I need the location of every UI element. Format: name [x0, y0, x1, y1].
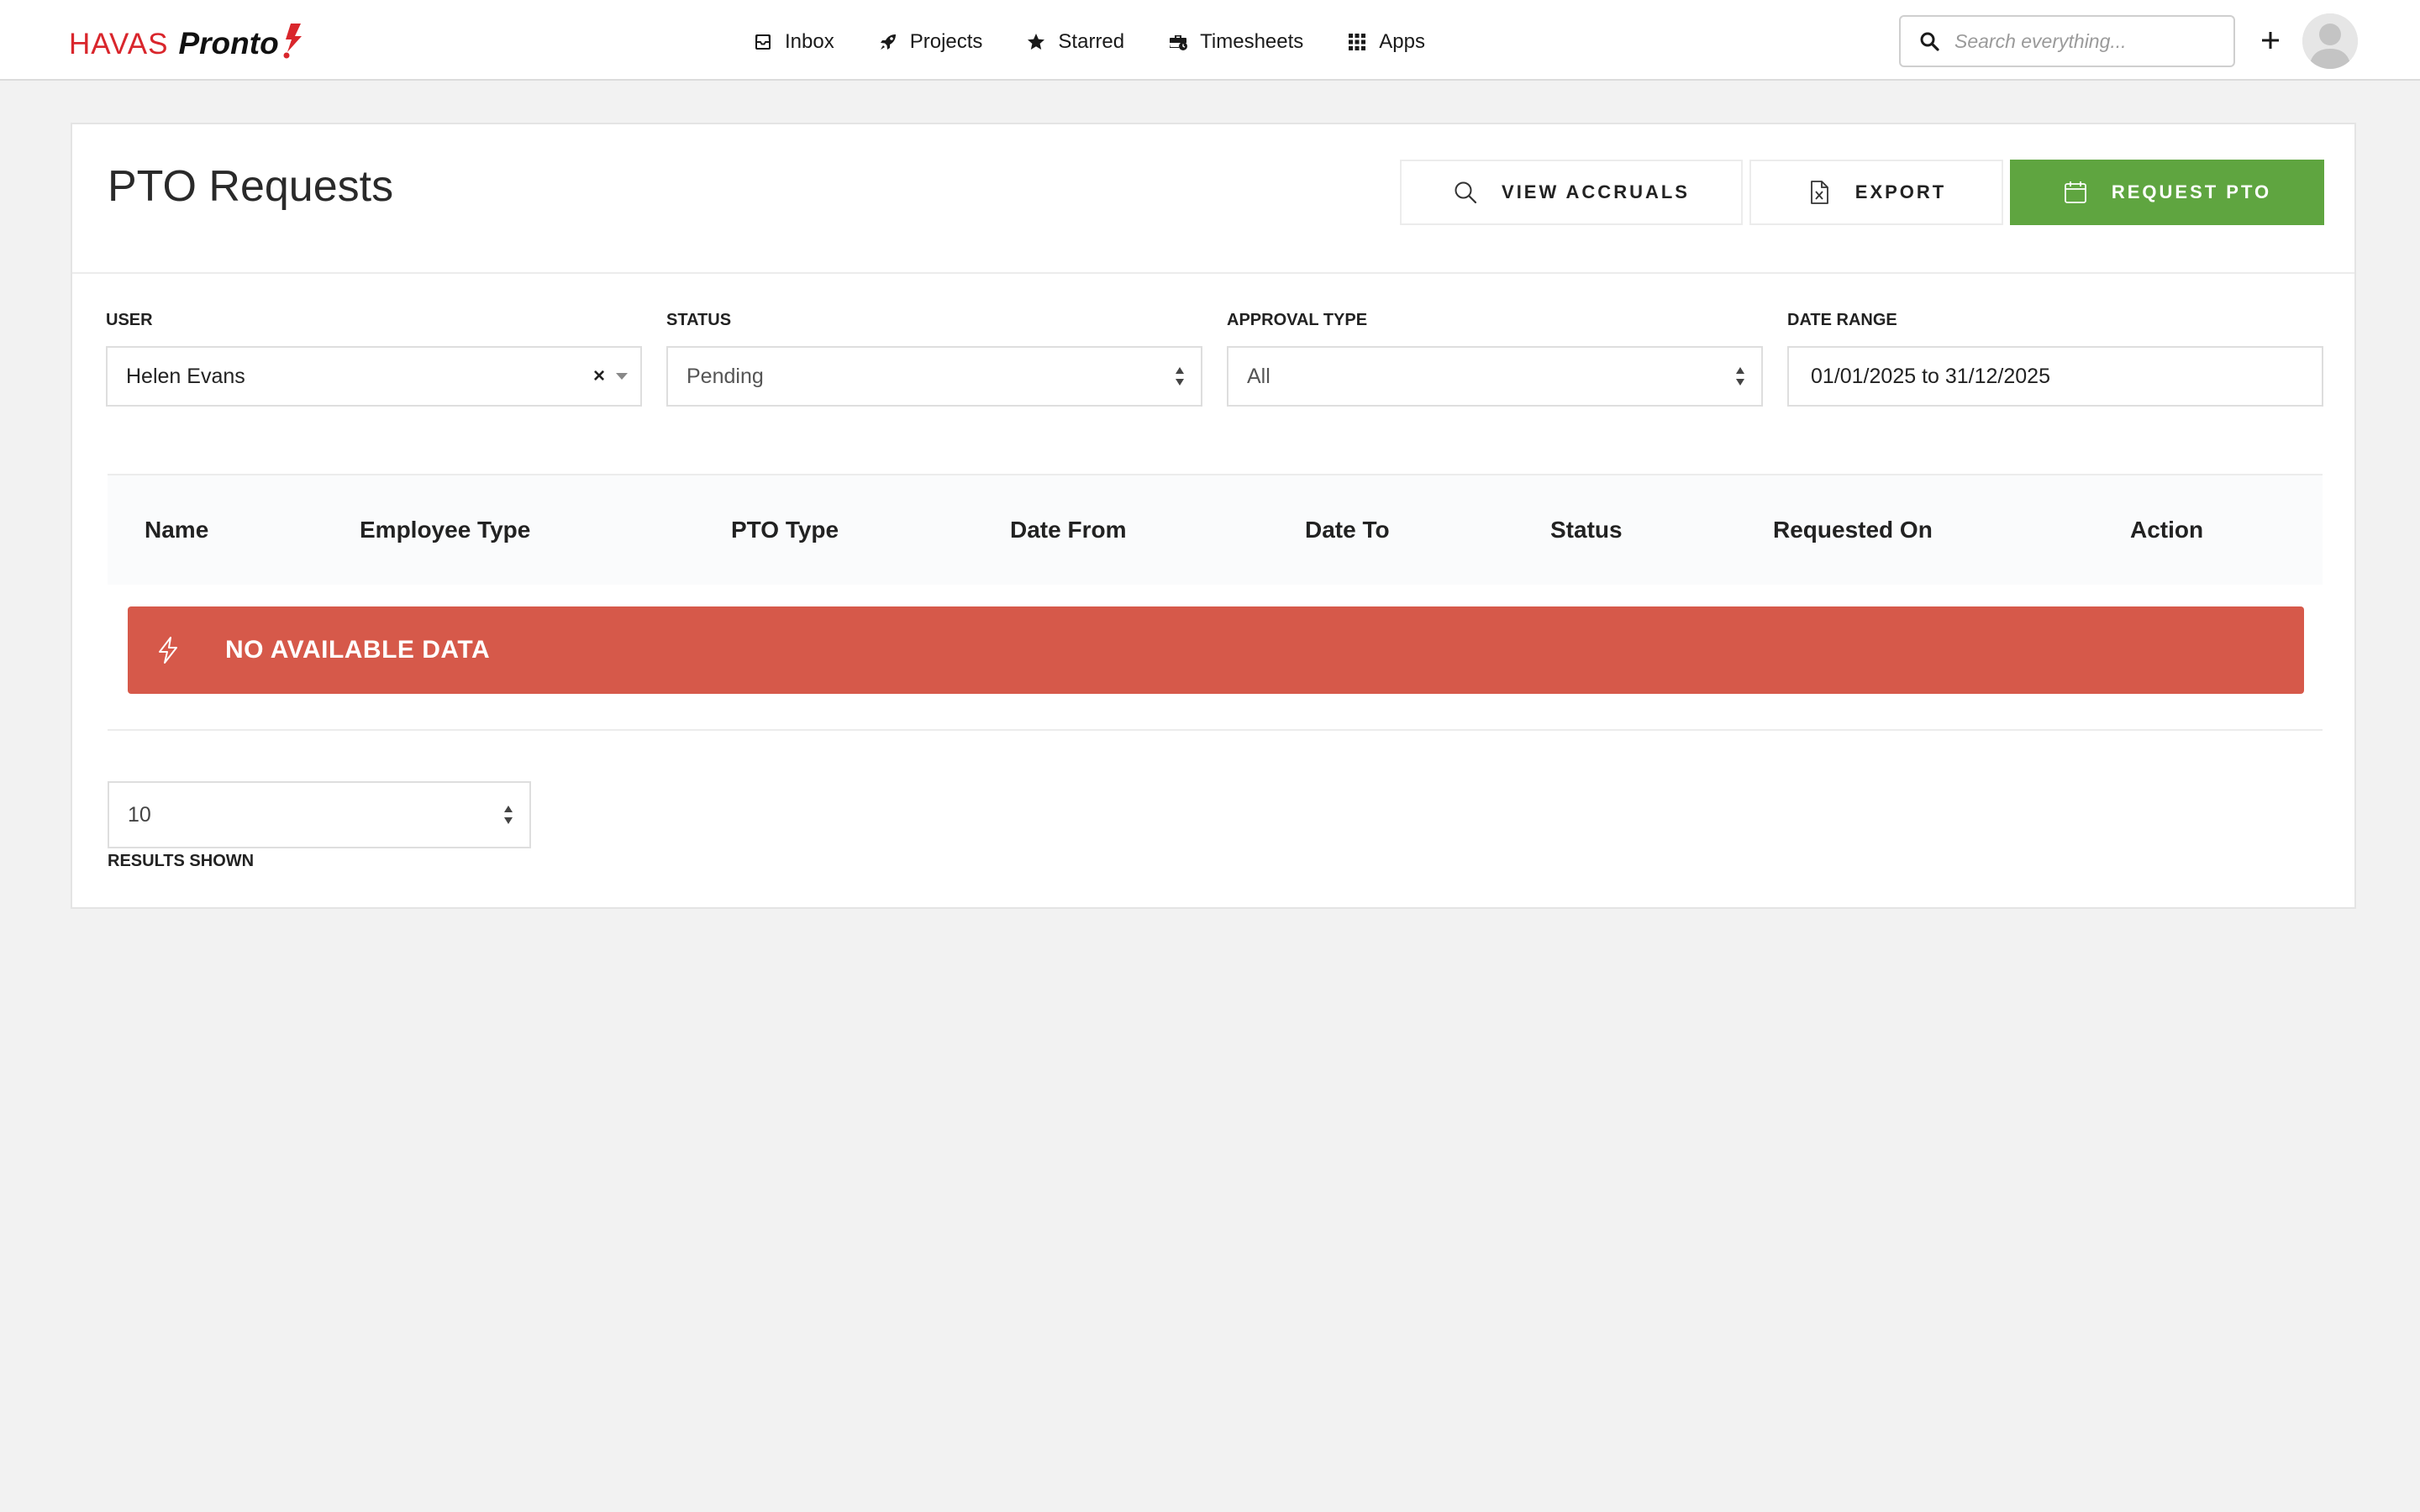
apps-grid-icon: [1349, 34, 1366, 50]
export-label: EXPORT: [1854, 181, 1947, 202]
logo-pronto-text: Pronto: [178, 26, 279, 60]
global-search[interactable]: [1899, 15, 2235, 67]
user-filter: USER Helen Evans ×: [106, 311, 642, 407]
nav-label-projects: Projects: [909, 30, 983, 53]
nav-label-apps: Apps: [1379, 30, 1425, 53]
rocket-icon: [880, 34, 896, 50]
request-pto-label: REQUEST PTO: [2111, 181, 2272, 202]
plus-icon: [2262, 32, 2279, 49]
column-header-name[interactable]: Name: [145, 517, 208, 543]
status-filter-label: STATUS: [666, 311, 732, 329]
approval-type-filter: APPROVAL TYPE All: [1227, 311, 1763, 407]
select-arrows-icon: [1176, 367, 1184, 386]
request-pto-button[interactable]: REQUEST PTO: [2010, 160, 2324, 225]
no-data-message: NO AVAILABLE DATA: [225, 636, 491, 664]
lightning-bolt-icon: [283, 24, 302, 59]
lightning-bolt-icon: [159, 637, 177, 664]
table-footer-divider: [108, 729, 2323, 731]
clear-icon[interactable]: ×: [593, 365, 605, 388]
user-avatar[interactable]: [2302, 13, 2358, 69]
export-button[interactable]: EXPORT: [1749, 160, 2003, 225]
card-header: PTO Requests VIEW ACCRUALS EXPORT REQUES…: [72, 124, 2354, 274]
nav-label-inbox: Inbox: [785, 30, 834, 53]
select-arrows-icon: [1736, 367, 1744, 386]
results-shown-label: RESULTS SHOWN: [108, 852, 255, 870]
column-header-action: Action: [2130, 517, 2204, 543]
column-header-date-to[interactable]: Date To: [1305, 517, 1390, 543]
table-header: Name Employee Type PTO Type Date From Da…: [108, 474, 2323, 585]
column-header-pto-type[interactable]: PTO Type: [731, 517, 839, 543]
main-nav: Inbox Projects Starred Timesheets Apps: [753, 25, 1469, 59]
excel-file-icon: [1810, 181, 1828, 204]
add-new-button[interactable]: [2254, 24, 2287, 57]
approval-type-select[interactable]: All: [1227, 346, 1763, 407]
date-range-filter-label: DATE RANGE: [1787, 311, 1897, 329]
chevron-down-icon: [616, 373, 628, 380]
page-title: PTO Requests: [108, 162, 394, 211]
calendar-icon: [2064, 181, 2086, 203]
user-select[interactable]: Helen Evans ×: [106, 346, 642, 407]
results-per-page-value: 10: [128, 802, 151, 827]
nav-item-projects[interactable]: Projects: [878, 30, 983, 54]
approval-type-select-value: All: [1247, 364, 1270, 388]
user-filter-label: USER: [106, 311, 153, 329]
search-input[interactable]: [1954, 29, 2223, 53]
status-filter: STATUS Pending: [666, 311, 1202, 407]
nav-item-apps[interactable]: Apps: [1347, 30, 1425, 54]
select-arrows-icon: [504, 806, 513, 824]
user-select-value: Helen Evans: [126, 364, 245, 388]
results-per-page-select[interactable]: 10: [108, 781, 531, 848]
timesheets-icon: [1170, 35, 1188, 50]
search-icon: [1455, 181, 1477, 204]
havas-pronto-logo[interactable]: HAVAS Pronto: [69, 18, 304, 59]
status-select[interactable]: Pending: [666, 346, 1202, 407]
logo-havas-text: HAVAS: [69, 28, 169, 60]
nav-label-starred: Starred: [1058, 30, 1125, 53]
search-icon: [1920, 32, 1939, 51]
user-silhouette-icon: [2302, 13, 2358, 69]
inbox-icon: [755, 34, 771, 50]
pto-requests-card: PTO Requests VIEW ACCRUALS EXPORT REQUES…: [71, 123, 2356, 909]
date-range-input[interactable]: 01/01/2025 to 31/12/2025: [1787, 346, 2323, 407]
view-accruals-label: VIEW ACCRUALS: [1502, 181, 1690, 202]
date-range-value: 01/01/2025 to 31/12/2025: [1811, 364, 2050, 388]
star-icon: [1028, 34, 1045, 50]
no-data-alert: NO AVAILABLE DATA: [128, 606, 2304, 694]
approval-type-filter-label: APPROVAL TYPE: [1227, 311, 1368, 329]
nav-item-timesheets[interactable]: Timesheets: [1168, 30, 1303, 54]
nav-item-starred[interactable]: Starred: [1026, 30, 1124, 54]
nav-item-inbox[interactable]: Inbox: [753, 30, 834, 54]
top-navbar: HAVAS Pronto Inbox Projects Starred Time…: [0, 0, 2420, 81]
view-accruals-button[interactable]: VIEW ACCRUALS: [1400, 160, 1743, 225]
column-header-status[interactable]: Status: [1550, 517, 1623, 543]
date-range-filter: DATE RANGE 01/01/2025 to 31/12/2025: [1787, 311, 2323, 407]
column-header-date-from[interactable]: Date From: [1010, 517, 1126, 543]
column-header-requested-on[interactable]: Requested On: [1773, 517, 1933, 543]
nav-label-timesheets: Timesheets: [1200, 30, 1304, 53]
column-header-employee-type[interactable]: Employee Type: [360, 517, 530, 543]
status-select-value: Pending: [687, 364, 764, 388]
